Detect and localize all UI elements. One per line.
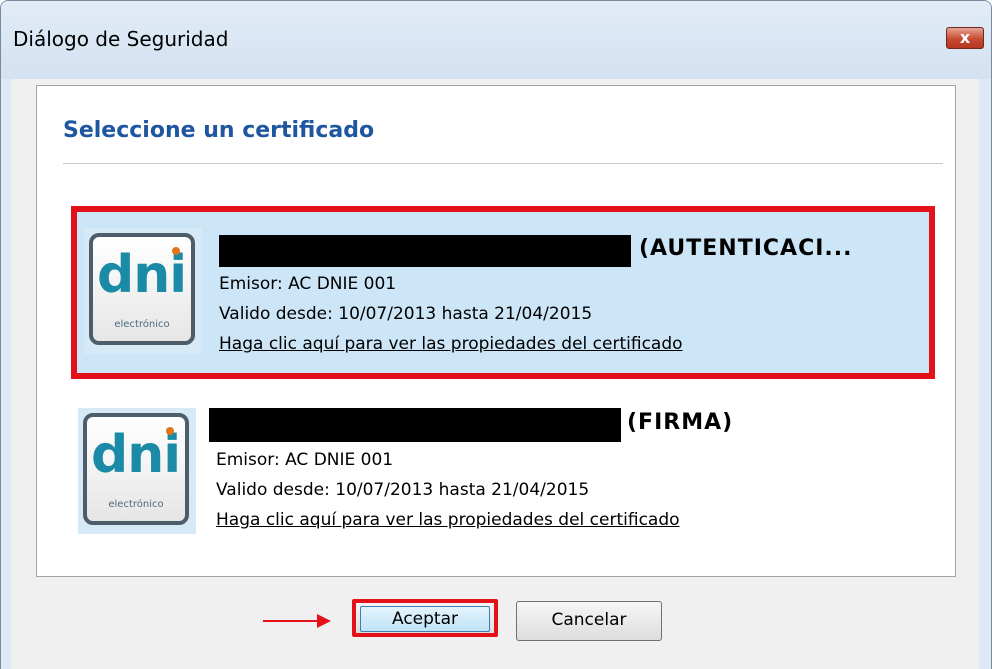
dni-logo-dot — [172, 247, 180, 255]
certificate-issuer: Emisor: AC DNIE 001 — [219, 274, 397, 294]
panel-heading: Seleccione un certificado — [63, 118, 375, 143]
certificate-properties-link[interactable]: Haga clic aquí para ver las propiedades … — [219, 334, 683, 354]
dni-logo-dot — [166, 427, 174, 435]
certificate-item-autenticacion[interactable]: dni electrónico (AUTENTICACI... Emisor: … — [71, 206, 935, 379]
title-bar[interactable]: Diálogo de Seguridad x — [1, 1, 991, 79]
accept-button-label: Aceptar — [360, 606, 490, 632]
certificate-properties-link[interactable]: Haga clic aquí para ver las propiedades … — [216, 510, 680, 530]
red-arrow-head-icon — [317, 614, 331, 628]
red-arrow-icon — [263, 620, 321, 622]
window-title: Diálogo de Seguridad — [13, 27, 229, 51]
dni-electronico-icon: dni electrónico — [78, 408, 196, 534]
close-button[interactable]: x — [946, 27, 984, 49]
dni-logo-subtitle: electrónico — [114, 319, 170, 330]
certificate-validity: Valido desde: 10/07/2013 hasta 21/04/201… — [216, 480, 590, 500]
certificate-issuer: Emisor: AC DNIE 001 — [216, 450, 394, 470]
certificate-name-suffix: (FIRMA) — [627, 410, 734, 435]
accept-button[interactable]: Aceptar — [352, 599, 498, 637]
dni-logo: dni electrónico — [83, 413, 189, 525]
redacted-name — [219, 235, 631, 267]
separator — [63, 163, 943, 164]
dni-logo-subtitle: electrónico — [108, 499, 164, 510]
close-icon: x — [959, 28, 971, 47]
certificate-panel: Seleccione un certificado dni electrónic… — [36, 85, 956, 577]
certificate-item-firma[interactable]: dni electrónico (FIRMA) Emisor: AC DNIE … — [71, 386, 935, 559]
dialog-body: Seleccione un certificado dni electrónic… — [11, 79, 979, 669]
dni-electronico-icon: dni electrónico — [84, 228, 202, 354]
dni-logo: dni electrónico — [89, 233, 195, 345]
redacted-name — [209, 408, 621, 442]
cancel-button[interactable]: Cancelar — [516, 601, 662, 641]
certificate-validity: Valido desde: 10/07/2013 hasta 21/04/201… — [219, 304, 593, 324]
certificate-name-suffix: (AUTENTICACI... — [639, 236, 853, 261]
security-dialog: Diálogo de Seguridad x Seleccione un cer… — [0, 0, 992, 669]
